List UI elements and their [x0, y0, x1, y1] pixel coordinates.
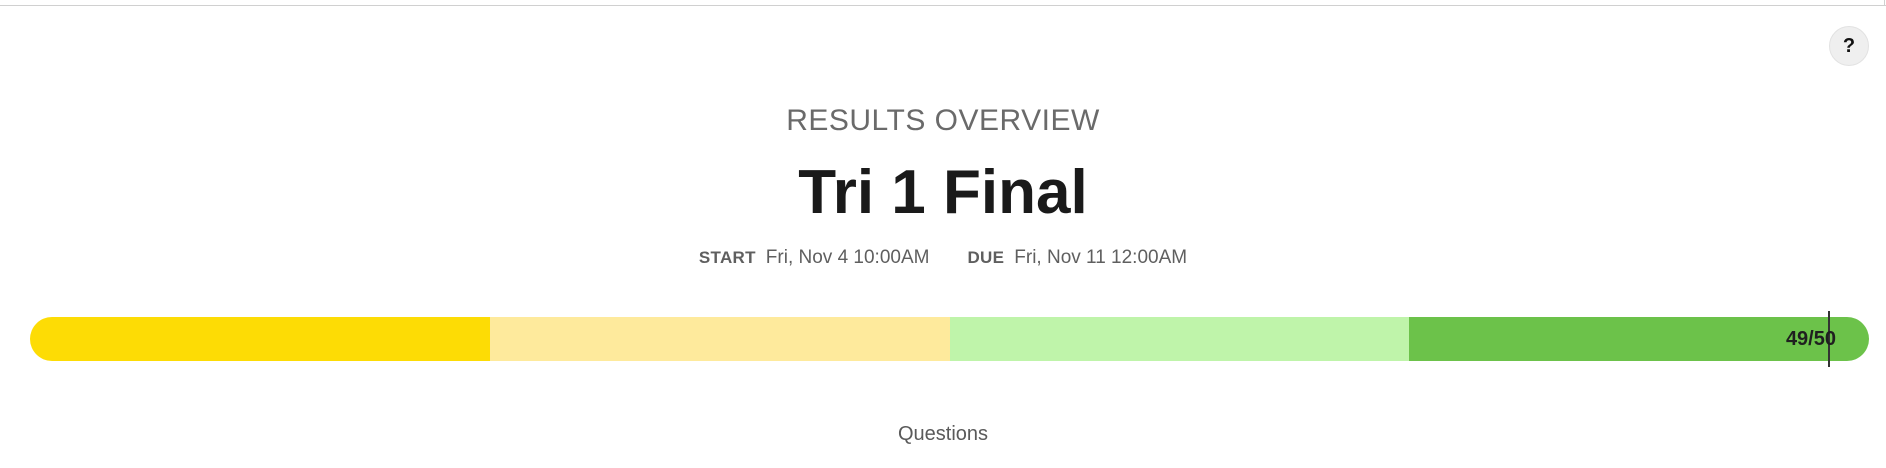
score-label: 49/50: [1785, 328, 1836, 350]
score-band-2: [489, 317, 950, 361]
questions-heading: Questions: [897, 423, 989, 445]
score-band-3: [949, 317, 1410, 361]
due-label: DUE: [967, 248, 1005, 267]
top-divider: [0, 5, 1886, 6]
start-date: Fri, Nov 4 10:00AM: [765, 247, 930, 268]
start-label: START: [698, 248, 756, 267]
due-date: Fri, Nov 11 12:00AM: [1014, 247, 1188, 268]
page-overline: RESULTS OVERVIEW: [786, 104, 1100, 137]
score-bar: [30, 317, 1869, 361]
assignment-dates: START Fri, Nov 4 10:00AM DUE Fri, Nov 11 12…: [0, 247, 1886, 269]
results-overview-page: ? RESULTS OVERVIEW Tri 1 Final START Fri,…: [0, 0, 1886, 468]
help-button[interactable]: ?: [1829, 26, 1869, 66]
page-title: Tri 1 Final: [798, 158, 1088, 227]
help-icon: ?: [1842, 34, 1856, 57]
score-band-1: [30, 317, 490, 361]
top-divider-tick: [1884, 0, 1885, 6]
